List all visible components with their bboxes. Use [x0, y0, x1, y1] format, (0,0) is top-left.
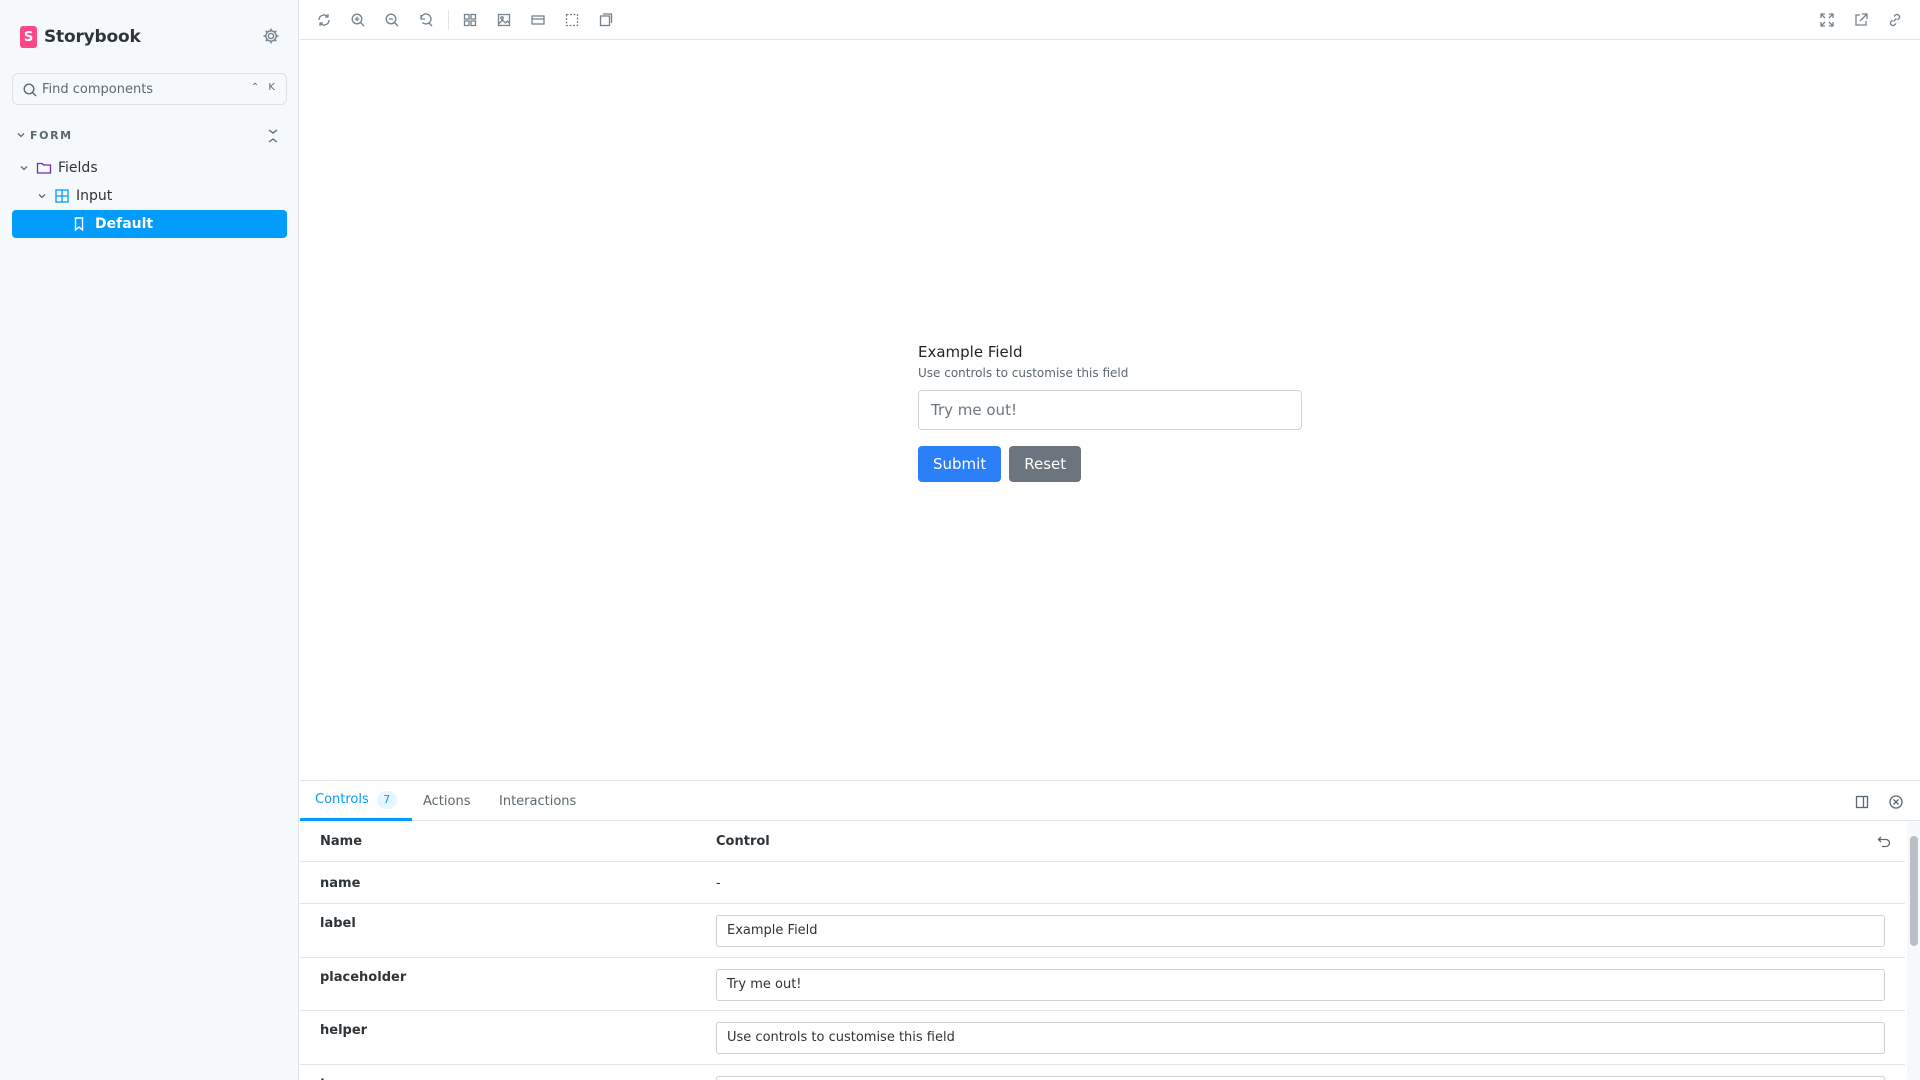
chevron-down-icon [38, 194, 46, 199]
arg-name: helper [320, 1023, 368, 1038]
fullscreen-icon[interactable] [1817, 10, 1837, 30]
reset-controls-icon[interactable] [1876, 833, 1892, 849]
sidebar: S Storybook ⌃ K FORM Fields Input Defaul… [0, 0, 299, 1080]
tab-actions-label: Actions [423, 793, 471, 809]
story-canvas: Example Field Use controls to customise … [300, 41, 1920, 780]
arg-name: label [320, 916, 356, 931]
measure-icon[interactable] [596, 10, 616, 30]
search-box[interactable]: ⌃ K [12, 73, 287, 105]
placeholder-control-textarea[interactable]: Try me out! [716, 969, 1885, 1001]
outline-icon[interactable] [562, 10, 582, 30]
viewport-icon[interactable] [528, 10, 548, 30]
example-text-input[interactable] [918, 390, 1302, 430]
zoom-in-icon[interactable] [348, 10, 368, 30]
zoom-out-icon[interactable] [382, 10, 402, 30]
arg-empty-value: - [716, 876, 721, 891]
controls-count-badge: 7 [376, 790, 397, 809]
search-shortcut-hint: ⌃ K [250, 82, 278, 93]
arg-row-type: type [300, 1066, 1905, 1080]
tree-label-default: Default [95, 216, 154, 232]
brand-name: Storybook [44, 27, 141, 47]
preview-toolbar [300, 0, 1920, 40]
tree-item-input[interactable]: Input [36, 183, 112, 209]
group-label: FORM [30, 128, 73, 142]
helper-control-textarea[interactable]: Use controls to customise this field [716, 1022, 1885, 1054]
panel-scrollbar-thumb[interactable] [1910, 836, 1918, 946]
tab-controls-label: Controls [315, 792, 369, 807]
tree-item-fields[interactable]: Fields [18, 155, 98, 181]
tree-label-fields: Fields [58, 160, 98, 176]
bookmark-icon [74, 217, 84, 232]
addons-panel: Controls 7 Actions Interactions Name Con… [300, 780, 1920, 1080]
button-row: Submit Reset [918, 446, 1302, 482]
grid-icon[interactable] [460, 10, 480, 30]
arg-row-name: name - [300, 863, 1905, 904]
column-name-header: Name [320, 834, 363, 849]
addon-tabs: Controls 7 Actions Interactions [300, 781, 1920, 821]
arg-name: placeholder [320, 970, 407, 985]
tree-label-input: Input [76, 188, 113, 204]
submit-button[interactable]: Submit [918, 446, 1002, 482]
storybook-logo-icon: S [20, 26, 37, 48]
chevron-down-icon [20, 166, 28, 171]
arg-row-label: label Example Field [300, 905, 1905, 958]
panel-orientation-icon[interactable] [1853, 793, 1871, 811]
reload-icon[interactable] [314, 10, 334, 30]
component-icon [55, 189, 69, 203]
chevron-down-icon [17, 133, 25, 138]
arg-name: name [320, 876, 361, 891]
arg-row-placeholder: placeholder Try me out! [300, 959, 1905, 1011]
folder-icon [36, 162, 52, 174]
column-control-header: Control [716, 834, 770, 849]
tree-item-default-story[interactable]: Default [12, 210, 287, 238]
example-field: Example Field Use controls to customise … [918, 343, 1302, 482]
search-input[interactable] [42, 74, 242, 104]
search-icon [22, 82, 38, 98]
close-panel-icon[interactable] [1887, 793, 1905, 811]
type-control[interactable] [716, 1076, 1885, 1080]
label-control-textarea[interactable]: Example Field [716, 915, 1885, 947]
arg-row-helper: helper Use controls to customise this fi… [300, 1012, 1905, 1065]
field-helper-text: Use controls to customise this field [918, 366, 1129, 380]
background-image-icon[interactable] [494, 10, 514, 30]
zoom-reset-icon[interactable] [416, 10, 436, 30]
settings-gear-icon[interactable] [262, 27, 280, 45]
toolbar-divider [448, 10, 449, 30]
panel-scrollbar[interactable] [1907, 822, 1920, 1080]
tab-actions[interactable]: Actions [423, 781, 471, 821]
reset-button[interactable]: Reset [1009, 446, 1082, 482]
tab-interactions-label: Interactions [499, 793, 577, 809]
group-header-form[interactable]: FORM [16, 126, 73, 144]
field-label: Example Field [918, 343, 1023, 361]
tab-controls[interactable]: Controls 7 [300, 781, 412, 821]
tab-interactions[interactable]: Interactions [499, 781, 576, 821]
storybook-brand[interactable]: S Storybook [20, 26, 141, 48]
open-new-tab-icon[interactable] [1851, 10, 1871, 30]
args-table-header: Name Control [300, 822, 1905, 862]
collapse-all-icon[interactable] [265, 126, 281, 146]
copy-link-icon[interactable] [1885, 10, 1905, 30]
